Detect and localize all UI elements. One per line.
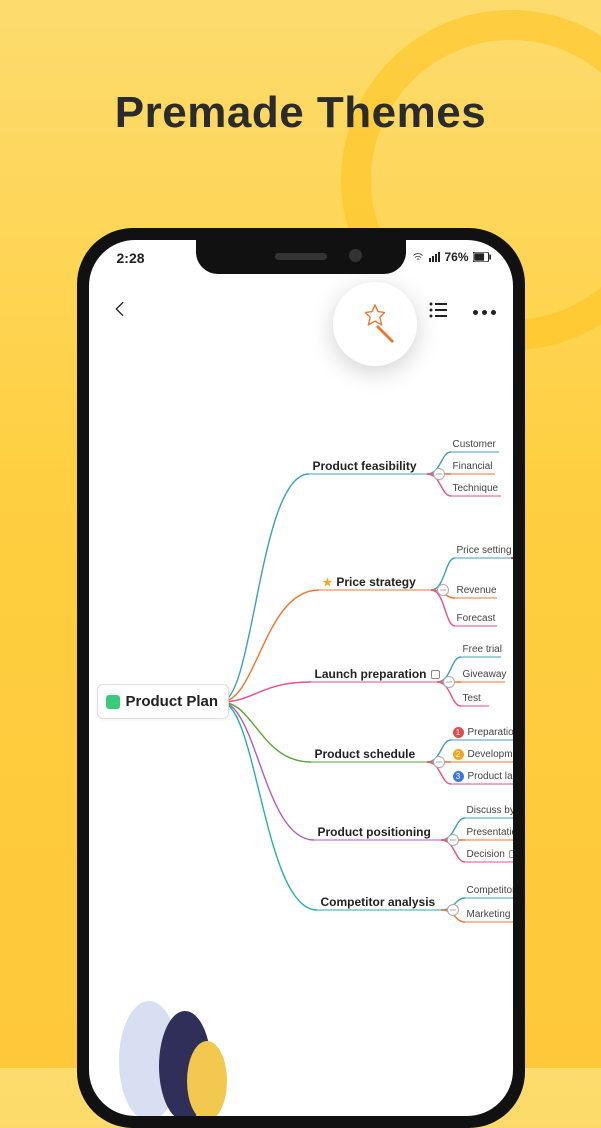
leaf-node[interactable]: Competitor info — [467, 885, 513, 897]
phone-screen: 2:28 76% — [89, 240, 513, 1116]
leaf-node[interactable]: Revenue — [457, 585, 497, 597]
page-title: Premade Themes — [111, 82, 490, 144]
star-icon: ★ — [323, 577, 333, 589]
expander-icon[interactable] — [437, 584, 449, 596]
branch-product-feasibility[interactable]: Product feasibility — [313, 459, 417, 473]
leaf-node[interactable]: Decision — [467, 849, 513, 861]
battery-icon — [473, 252, 491, 262]
leaf-node[interactable]: Presentation — [467, 827, 513, 839]
leaf-node[interactable]: Technique — [453, 483, 499, 495]
expander-icon[interactable] — [433, 756, 445, 768]
magic-wand-icon — [352, 301, 398, 347]
dot-icon — [491, 310, 496, 315]
note-icon — [431, 670, 440, 679]
signal-icon — [429, 252, 440, 262]
phone-frame: 2:28 76% — [77, 228, 525, 1128]
branch-product-positioning[interactable]: Product positioning — [318, 825, 431, 839]
dot-icon — [473, 310, 478, 315]
priority-1-icon: 1 — [453, 727, 464, 738]
mindmap-root-node[interactable]: Product Plan — [97, 684, 230, 719]
leaf-node[interactable]: Free trial — [463, 644, 502, 656]
leaf-node[interactable]: Price setting — [457, 545, 512, 557]
leaf-node[interactable]: 1Preparation — [453, 727, 513, 739]
list-icon — [427, 298, 451, 322]
phone-notch — [196, 240, 406, 274]
headline-area: Premade Themes — [0, 82, 601, 144]
leaf-node[interactable]: Customer — [453, 439, 496, 451]
leaf-node[interactable]: Giveaway — [463, 669, 507, 681]
leaf-node[interactable]: Test — [463, 693, 481, 705]
branch-competitor-analysis[interactable]: Competitor analysis — [321, 895, 436, 909]
leaf-node[interactable]: Financial — [453, 461, 493, 473]
expander-icon[interactable] — [447, 834, 459, 846]
branch-launch-preparation[interactable]: Launch preparation — [315, 667, 440, 681]
leaf-node[interactable]: Forecast — [457, 613, 496, 625]
dot-icon — [482, 310, 487, 315]
wifi-icon — [411, 251, 425, 263]
priority-3-icon: 3 — [453, 771, 464, 782]
status-right: 76% — [411, 250, 490, 264]
priority-2-icon: 2 — [453, 749, 464, 760]
status-time: 2:28 — [117, 250, 145, 266]
leaf-node[interactable]: 2Development — [453, 749, 513, 761]
leaf-node[interactable]: Marketing research — [467, 909, 513, 921]
notes-icon — [106, 695, 120, 709]
chevron-left-icon — [109, 298, 131, 320]
outline-list-button[interactable] — [427, 298, 455, 326]
expander-icon[interactable] — [443, 676, 455, 688]
leaf-node[interactable]: Discuss by team — [467, 805, 513, 817]
plant-illustration — [107, 966, 237, 1116]
mindmap-canvas[interactable]: Product Plan Product feasibility ★Price … — [89, 390, 513, 1116]
status-battery: 76% — [444, 250, 468, 264]
leaf-node[interactable]: 3Product launch — [453, 771, 513, 783]
branch-price-strategy[interactable]: ★Price strategy — [323, 575, 416, 589]
more-button[interactable] — [471, 298, 499, 326]
expander-icon[interactable] — [433, 468, 445, 480]
back-button[interactable] — [109, 298, 137, 326]
app-top-bar — [89, 284, 513, 354]
expander-icon[interactable] — [447, 904, 459, 916]
theme-wand-fab[interactable] — [333, 282, 417, 366]
note-icon — [509, 850, 513, 858]
branch-product-schedule[interactable]: Product schedule — [315, 747, 416, 761]
root-label: Product Plan — [126, 693, 219, 710]
